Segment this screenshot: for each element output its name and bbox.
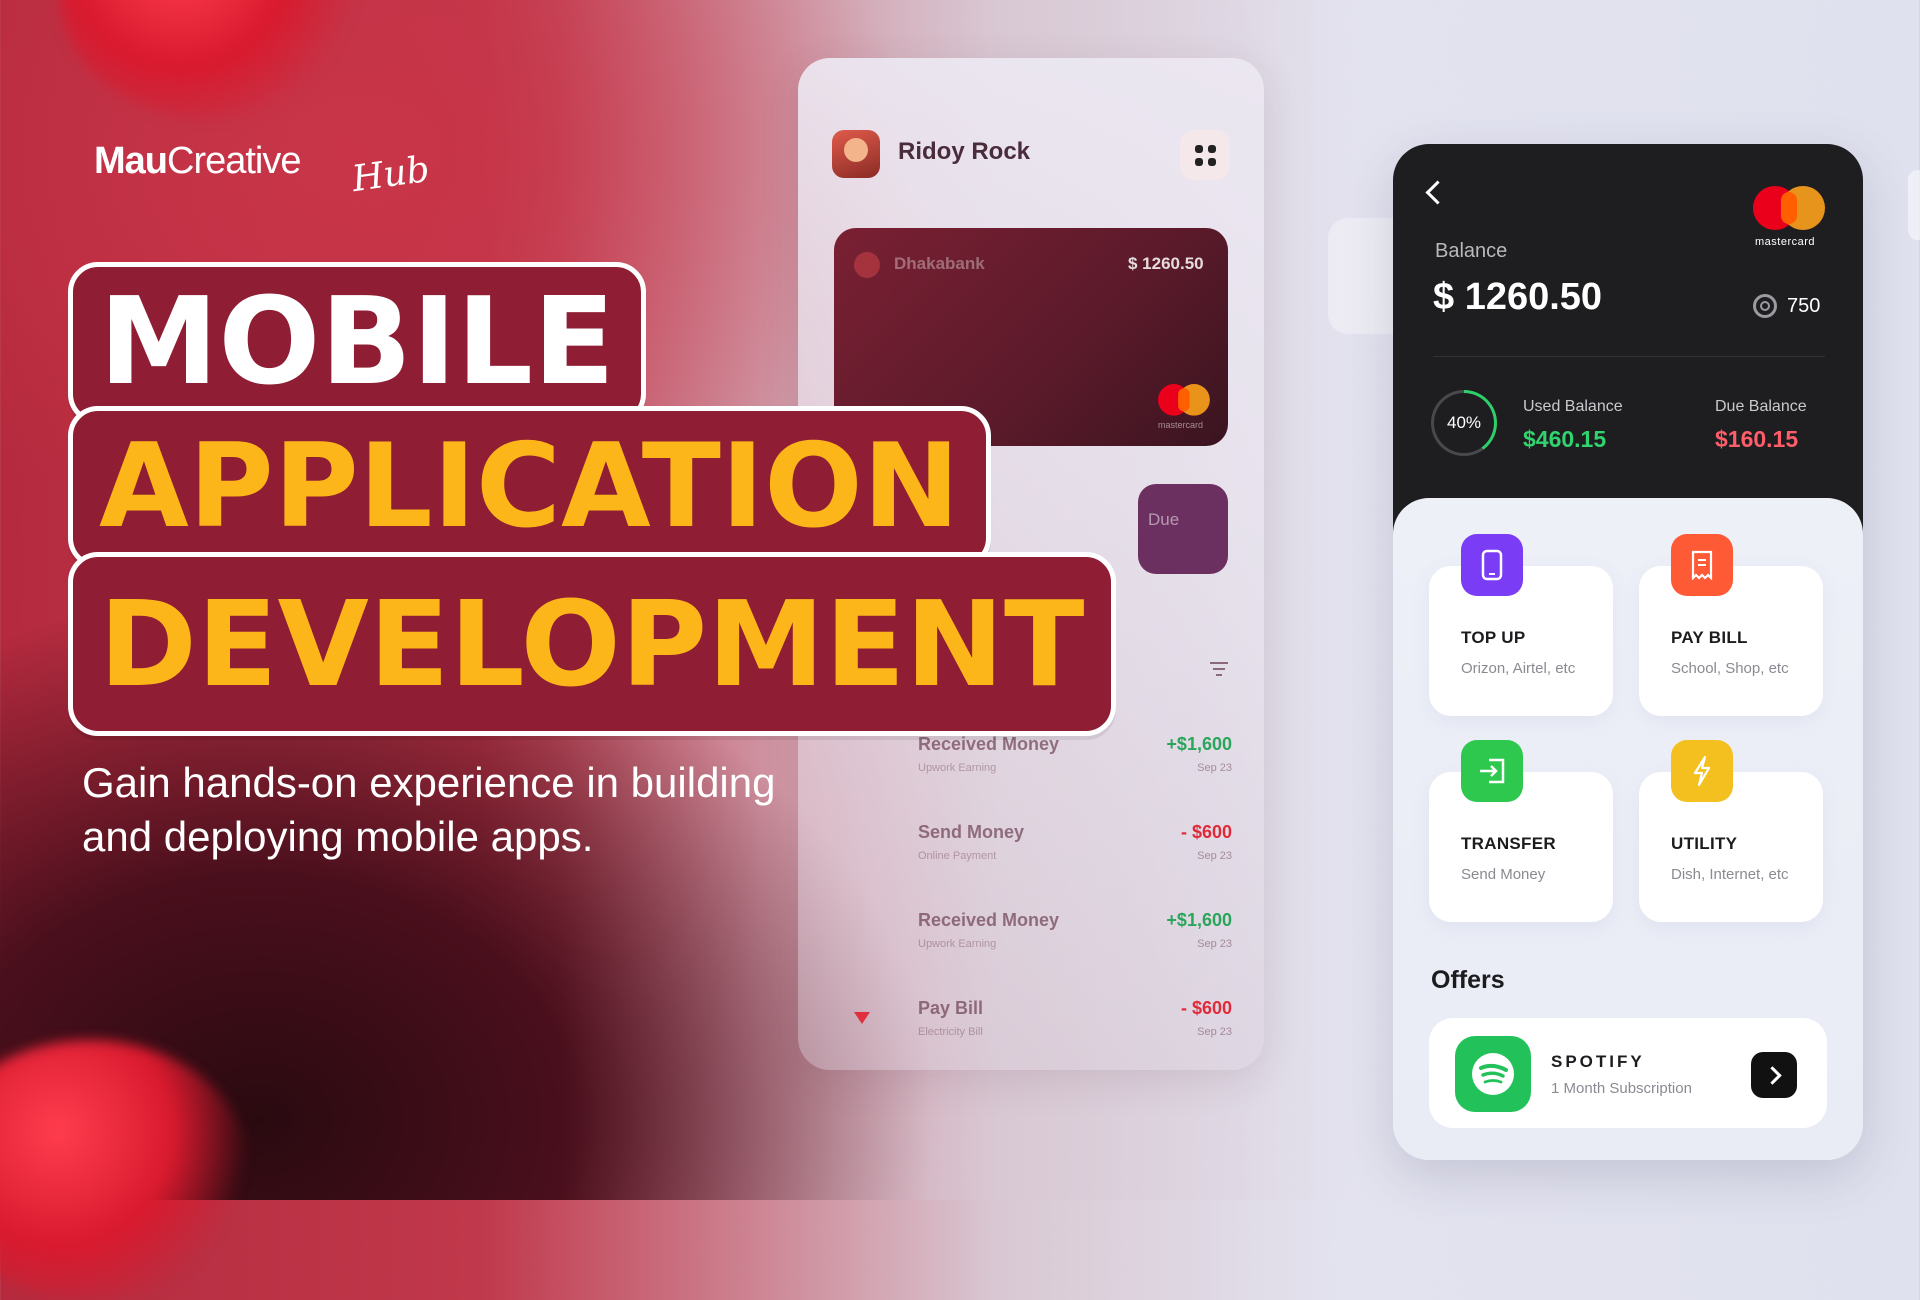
due-balance-label: Due Balance [1715,398,1807,415]
transaction-amount: +$1,600 [1166,910,1232,930]
chevron-right-icon [1762,1065,1782,1085]
user-name: Ridoy Rock [898,138,1031,165]
transaction-title: Pay Bill [918,998,984,1018]
service-title: TOP UP [1461,628,1526,647]
phone-mockup-balance: mastercard Balance $ 1260.50 750 40% Use… [1393,144,1863,1160]
used-balance-value: $460.15 [1523,426,1607,452]
headline-line-2: APPLICATION [68,406,991,568]
transaction-row[interactable]: Received Money Upwork Earning +$1,600 Se… [918,734,1232,786]
service-subtitle: Send Money [1461,866,1546,883]
offers-heading: Offers [1431,966,1505,994]
transaction-subtitle: Upwork Earning [918,762,997,774]
phone-icon [1461,534,1523,596]
service-title: PAY BILL [1671,628,1748,647]
menu-button[interactable] [1180,130,1230,180]
transaction-date: Sep 23 [1197,850,1232,862]
service-subtitle: School, Shop, etc [1671,660,1789,677]
transaction-date: Sep 23 [1197,938,1232,950]
headline-line-3: DEVELOPMENT [68,552,1116,736]
service-pay-bill[interactable]: PAY BILL School, Shop, etc [1639,534,1823,716]
subtitle: Gain hands-on experience in building and… [82,759,776,860]
ghost-card [1908,170,1920,240]
transaction-amount: +$1,600 [1166,734,1232,754]
service-title: UTILITY [1671,834,1738,853]
bank-name: Dhakabank [894,254,985,273]
transaction-title: Received Money [918,734,1060,754]
card-network: mastercard [1755,236,1816,248]
used-balance-label: Used Balance [1523,398,1623,415]
service-subtitle: Orizon, Airtel, etc [1461,660,1576,677]
bank-logo-icon [854,252,880,278]
service-transfer[interactable]: TRANSFER Send Money [1429,740,1613,922]
offer-name: SPOTIFY [1551,1052,1645,1071]
points-value: 750 [1787,294,1821,317]
transaction-subtitle: Upwork Earning [918,938,997,950]
transaction-subtitle: Electricity Bill [918,1026,983,1038]
logo-text-mau: Mau [94,140,168,182]
receipt-icon [1671,534,1733,596]
points-badge: 750 [1753,294,1820,318]
transaction-amount: - $600 [1180,998,1232,1018]
service-top-up[interactable]: TOP UP Orizon, Airtel, etc [1429,534,1613,716]
transaction-date: Sep 23 [1197,762,1232,774]
offer-subtitle: 1 Month Subscription [1551,1080,1692,1097]
brand-logo: MauCreative Hub [94,140,432,200]
coin-icon [1753,294,1777,318]
transaction-row[interactable]: Pay Bill Electricity Bill - $600 Sep 23 [918,998,1232,1050]
card-network: mastercard [1158,420,1204,430]
transfer-icon [1461,740,1523,802]
balance-value: $ 1260.50 [1433,276,1603,318]
usage-percent: 40% [1434,393,1494,453]
avatar [832,130,880,178]
transaction-title: Send Money [918,822,1025,842]
service-title: TRANSFER [1461,834,1556,853]
arrow-down-icon [854,1012,870,1024]
offer-card-spotify[interactable]: SPOTIFY 1 Month Subscription [1429,1018,1827,1128]
transaction-amount: - $600 [1180,822,1232,842]
offer-open-button[interactable] [1751,1052,1797,1098]
transaction-subtitle: Online Payment [918,850,997,862]
due-balance-value: $160.15 [1715,426,1799,452]
transaction-row[interactable]: Received Money Upwork Earning +$1,600 Se… [918,910,1232,962]
grid-icon [1194,144,1216,166]
transaction-date: Sep 23 [1197,1026,1232,1038]
transaction-title: Received Money [918,910,1060,930]
divider [1433,356,1825,357]
lightning-icon [1671,740,1733,802]
logo-text-creative: Creative [167,140,301,182]
filter-icon[interactable] [1210,662,1228,676]
transaction-row[interactable]: Send Money Online Payment - $600 Sep 23 [918,822,1232,874]
balance-label: Balance [1435,240,1508,262]
spotify-icon [1455,1036,1531,1112]
headline-line-1: MOBILE [68,262,646,424]
service-utility[interactable]: UTILITY Dish, Internet, etc [1639,740,1823,922]
service-subtitle: Dish, Internet, etc [1671,866,1789,883]
usage-ring: 40% [1431,390,1497,456]
card-balance: $ 1260.50 [1128,254,1204,273]
due-label: Due [1148,510,1180,529]
